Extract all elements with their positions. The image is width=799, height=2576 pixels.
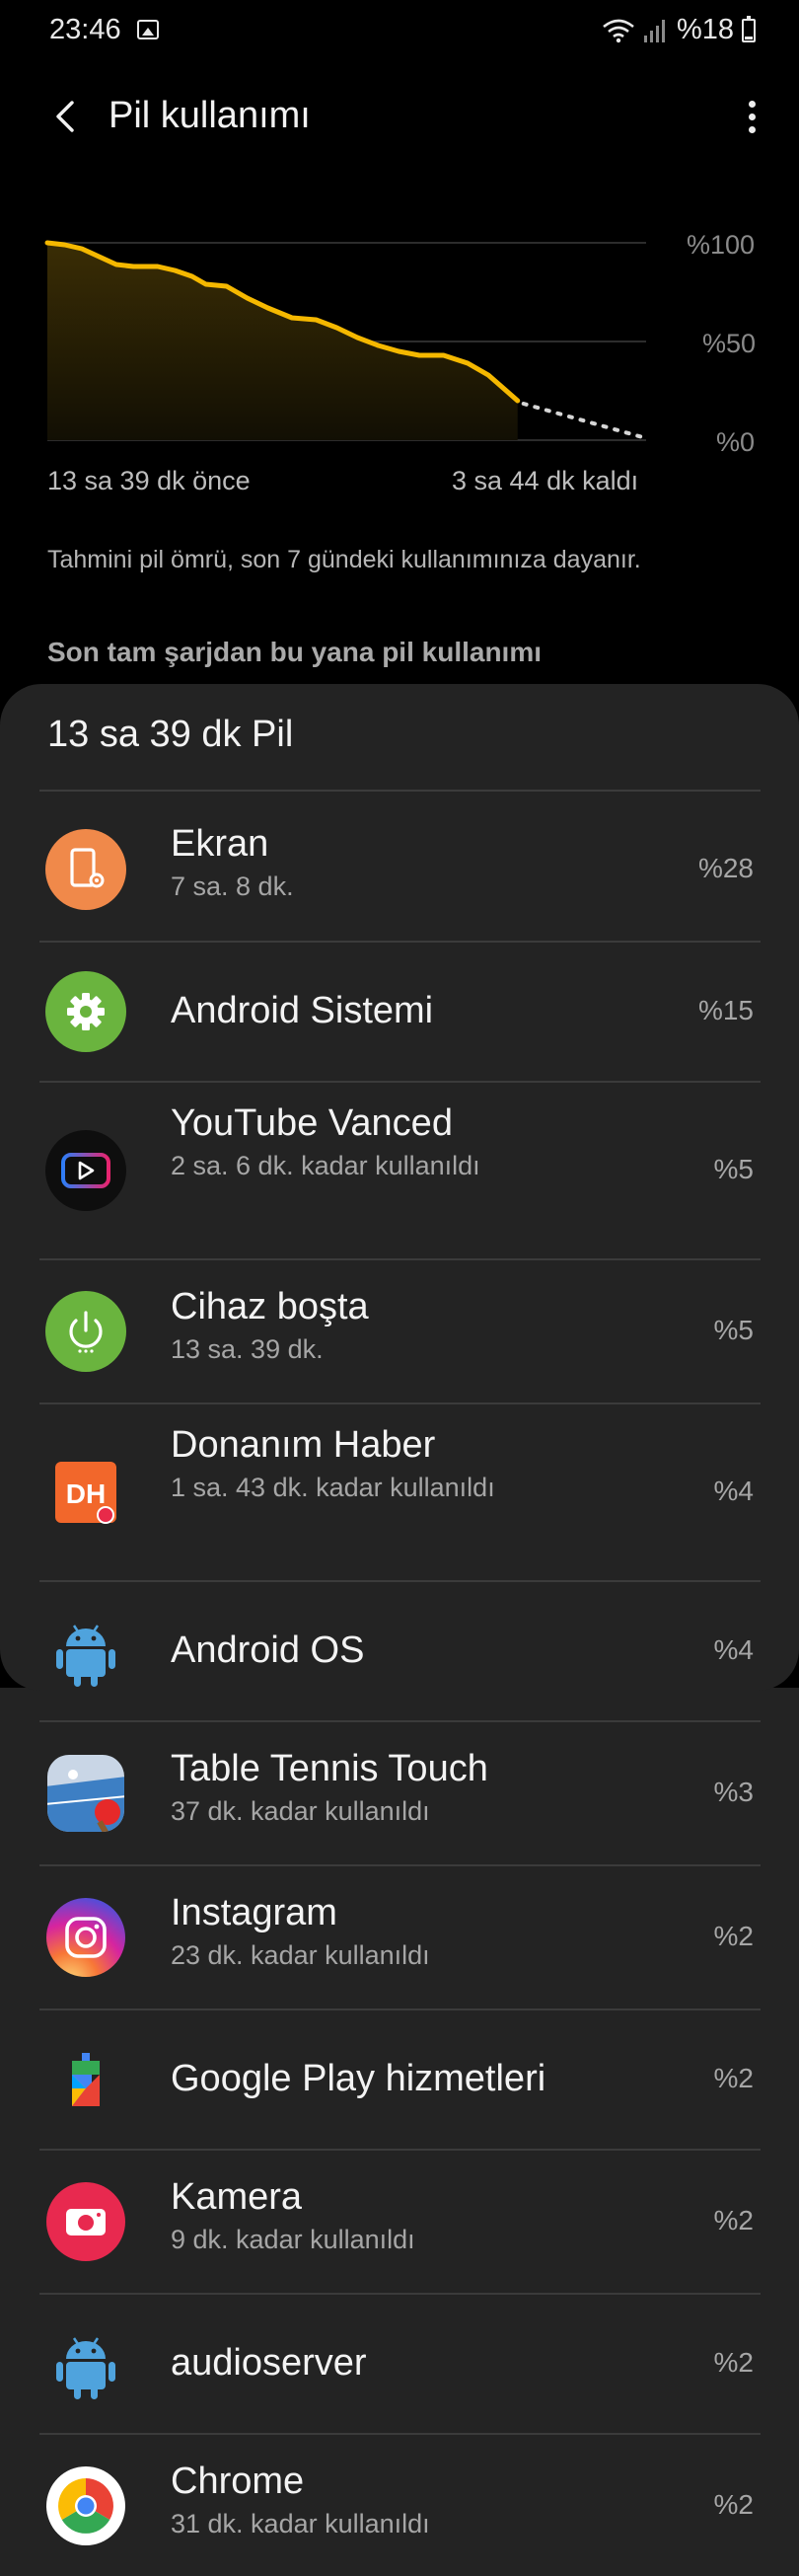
signal-icon — [643, 19, 665, 42]
dh-logo-icon: DH — [45, 1452, 126, 1533]
play-services-icon — [45, 2039, 126, 2120]
youtube-vanced-icon — [45, 1130, 126, 1211]
y-tick-0: %0 — [716, 427, 756, 457]
usage-item-percent: %28 — [697, 852, 754, 883]
instagram-icon — [45, 1897, 126, 1978]
usage-item-subtitle: 13 sa. 39 dk. — [171, 1334, 324, 1364]
usage-item-subtitle: 9 dk. kadar kullanıldı — [171, 2225, 415, 2254]
usage-item-name: audioserver — [171, 2342, 367, 2384]
section-title: Son tam şarjdan bu yana pil kullanımı — [47, 637, 543, 667]
usage-item-percent: %2 — [713, 2063, 754, 2093]
y-tick-100: %100 — [687, 230, 756, 260]
list-divider — [39, 790, 761, 792]
usage-item-name: Kamera — [171, 2176, 303, 2218]
usage-item-subtitle: 1 sa. 43 dk. kadar kullanıldı — [171, 1473, 495, 1502]
usage-item-android-os[interactable]: Android OS %4 — [0, 1582, 799, 1720]
usage-item-name: Android Sistemi — [171, 990, 434, 1031]
usage-item-instagram[interactable]: Instagram 23 dk. kadar kullanıldı %2 — [0, 1866, 799, 2008]
estimate-note: Tahmini pil ömrü, son 7 gündeki kullanım… — [47, 546, 641, 573]
usage-item-subtitle: 37 dk. kadar kullanıldı — [171, 1796, 430, 1826]
battery-chart: %100 %50 %0 13 sa 39 dk önce 3 sa 44 dk … — [0, 217, 799, 513]
usage-item-kamera[interactable]: Kamera 9 dk. kadar kullanıldı %2 — [0, 2151, 799, 2293]
usage-card-title: 13 sa 39 dk Pil — [47, 714, 294, 755]
usage-item-percent: %2 — [713, 1921, 754, 1951]
usage-item-ekran[interactable]: Ekran 7 sa. 8 dk. %28 — [0, 797, 799, 941]
back-arrow-icon[interactable] — [43, 95, 87, 138]
usage-item-name: Cihaz boşta — [171, 1286, 369, 1327]
usage-item-name: Donanım Haber — [171, 1424, 436, 1466]
status-right: %18 — [602, 14, 756, 46]
usage-item-percent: %5 — [713, 1315, 754, 1345]
table-tennis-icon — [45, 1753, 126, 1834]
page-title: Pil kullanımı — [109, 95, 311, 136]
usage-item-subtitle: 31 dk. kadar kullanıldı — [171, 2509, 430, 2538]
usage-item-youtube-vanced[interactable]: YouTube Vanced 2 sa. 6 dk. kadar kullanı… — [0, 1083, 799, 1258]
usage-item-name: Google Play hizmetleri — [171, 2058, 546, 2099]
battery-chart-plot — [44, 240, 648, 441]
camera-icon — [45, 2181, 126, 2262]
usage-list: 13 sa 39 dk Pil Ekran 7 sa. 8 dk. %28 An… — [0, 684, 799, 2576]
status-time: 23:46 — [49, 14, 121, 45]
svg-text:DH: DH — [66, 1478, 106, 1509]
x-label-end: 3 sa 44 dk kaldı — [452, 466, 639, 495]
usage-item-percent: %2 — [713, 2488, 754, 2520]
usage-item-cihaz-boşta[interactable]: Cihaz boşta 13 sa. 39 dk. %5 — [0, 1260, 799, 1402]
usage-item-subtitle: 2 sa. 6 dk. kadar kullanıldı — [171, 1151, 480, 1180]
usage-item-percent: %15 — [697, 995, 754, 1025]
usage-item-name: Ekran — [171, 823, 269, 865]
usage-item-name: YouTube Vanced — [171, 1102, 453, 1144]
battery-percent: %18 — [676, 14, 734, 45]
wifi-icon — [603, 19, 634, 42]
usage-item-subtitle: 7 sa. 8 dk. — [171, 871, 294, 901]
usage-item-audioserver[interactable]: audioserver %2 — [0, 2295, 799, 2433]
usage-item-percent: %2 — [713, 2347, 754, 2378]
usage-item-android-sistemi[interactable]: Android Sistemi %15 — [0, 943, 799, 1081]
usage-item-percent: %5 — [713, 1154, 754, 1184]
android-robot-icon — [45, 1611, 126, 1692]
image-icon — [137, 20, 159, 39]
battery-icon — [742, 15, 756, 42]
y-tick-50: %50 — [702, 329, 757, 358]
usage-item-name: Instagram — [171, 1892, 337, 1933]
chrome-icon — [45, 2465, 126, 2546]
usage-item-name: Chrome — [171, 2461, 305, 2502]
status-bar: 23:46 %18 — [0, 0, 799, 63]
usage-item-percent: %4 — [713, 1634, 754, 1665]
app-bar: Pil kullanımı — [0, 79, 799, 154]
usage-item-percent: %2 — [713, 2205, 754, 2235]
usage-item-chrome[interactable]: Chrome 31 dk. kadar kullanıldı %2 — [0, 2435, 799, 2576]
usage-item-name: Android OS — [171, 1629, 365, 1671]
x-label-start: 13 sa 39 dk önce — [47, 466, 251, 495]
usage-item-percent: %4 — [713, 1476, 754, 1506]
usage-item-donanım-haber[interactable]: DH Donanım Haber 1 sa. 43 dk. kadar kull… — [0, 1404, 799, 1580]
power-icon — [45, 1291, 126, 1372]
gear-icon — [45, 971, 126, 1052]
usage-item-name: Table Tennis Touch — [171, 1748, 488, 1789]
more-vert-icon[interactable] — [730, 93, 773, 140]
usage-item-table-tennis-touch[interactable]: Table Tennis Touch 37 dk. kadar kullanıl… — [0, 1722, 799, 1864]
usage-item-subtitle: 23 dk. kadar kullanıldı — [171, 1940, 430, 1970]
android-robot-icon — [45, 2323, 126, 2404]
screen-settings-icon — [45, 828, 126, 910]
chart-projection-line — [521, 402, 648, 440]
usage-item-google-play-hizmetleri[interactable]: Google Play hizmetleri %2 — [0, 2010, 799, 2149]
usage-item-percent: %3 — [713, 1777, 754, 1807]
